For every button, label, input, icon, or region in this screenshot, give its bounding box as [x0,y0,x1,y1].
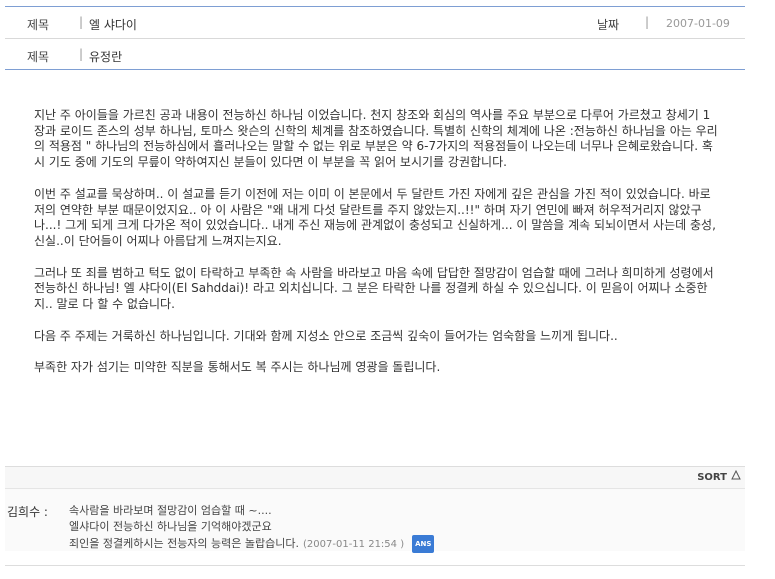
comment-line: 죄인을 정결케하시는 전능자의 능력은 놀랍습니다. [69,537,300,550]
subject-label: 제목 [27,18,50,32]
author-label: 제목 [27,50,50,64]
body-paragraph: 그러나 또 죄를 범하고 턱도 없이 타락하고 부족한 속 사람을 바라보고 마… [34,265,714,312]
body-paragraph: 지난 주 아이들을 가르친 공과 내용이 전능하신 하나님 이었습니다. 천지 … [34,108,718,170]
comment-list: 김희수 : 속사람을 바라보며 절망감이 엄습할 때 ~.... 엘샤다이 전능… [5,488,745,553]
comment-line: 엘샤다이 전능하신 하나님을 기억해야겠군요 [69,520,272,533]
body-paragraph: 이번 주 설교를 묵상하며.. 이 설교를 듣기 이전에 저는 이미 이 본문에… [34,186,716,248]
comment-date: (2007-01-11 21:54 ) [303,539,405,550]
post-body: 지난 주 아이들을 가르친 공과 내용이 전능하신 하나님 이었습니다. 천지 … [34,108,718,392]
author-separator: | [79,47,84,61]
date-separator: | [645,15,650,29]
body-paragraph: 부족한 자가 섬기는 미약한 직분을 통해서도 복 주시는 하나님께 영광을 돌… [34,360,441,375]
author-row: 제목 | 유정란 [5,39,745,69]
comment-line: 속사람을 바라보며 절망감이 엄습할 때 ~.... [69,504,272,517]
reply-badge[interactable]: ANS [412,535,435,553]
subject-separator: | [79,15,84,29]
body-paragraph: 다음 주 주제는 거룩하신 하나님입니다. 기대와 함께 지성소 안으로 조금씩… [34,328,618,343]
header-bottom-divider [5,69,745,70]
post-date: 2007-01-09 [666,17,730,30]
comment-last-line: 죄인을 정결케하시는 전능자의 능력은 놀랍습니다. (2007-01-11 21… [69,535,435,553]
date-label: 날짜 [597,18,620,32]
comment-author: 김희수 : [7,505,48,519]
comment-bottom-divider [5,565,745,566]
triangle-up-icon[interactable] [731,469,741,483]
author-value: 유정란 [89,50,123,64]
sort-button[interactable]: SORT [697,472,727,483]
comment-sort-bar: SORT [5,466,745,488]
subject-row: 제목 | 엘 샤다이 날짜 | 2007-01-09 [5,7,745,37]
comment-body: 속사람을 바라보며 절망감이 엄습할 때 ~.... 엘샤다이 전능하신 하나님… [69,503,435,553]
subject-value: 엘 샤다이 [89,18,137,32]
